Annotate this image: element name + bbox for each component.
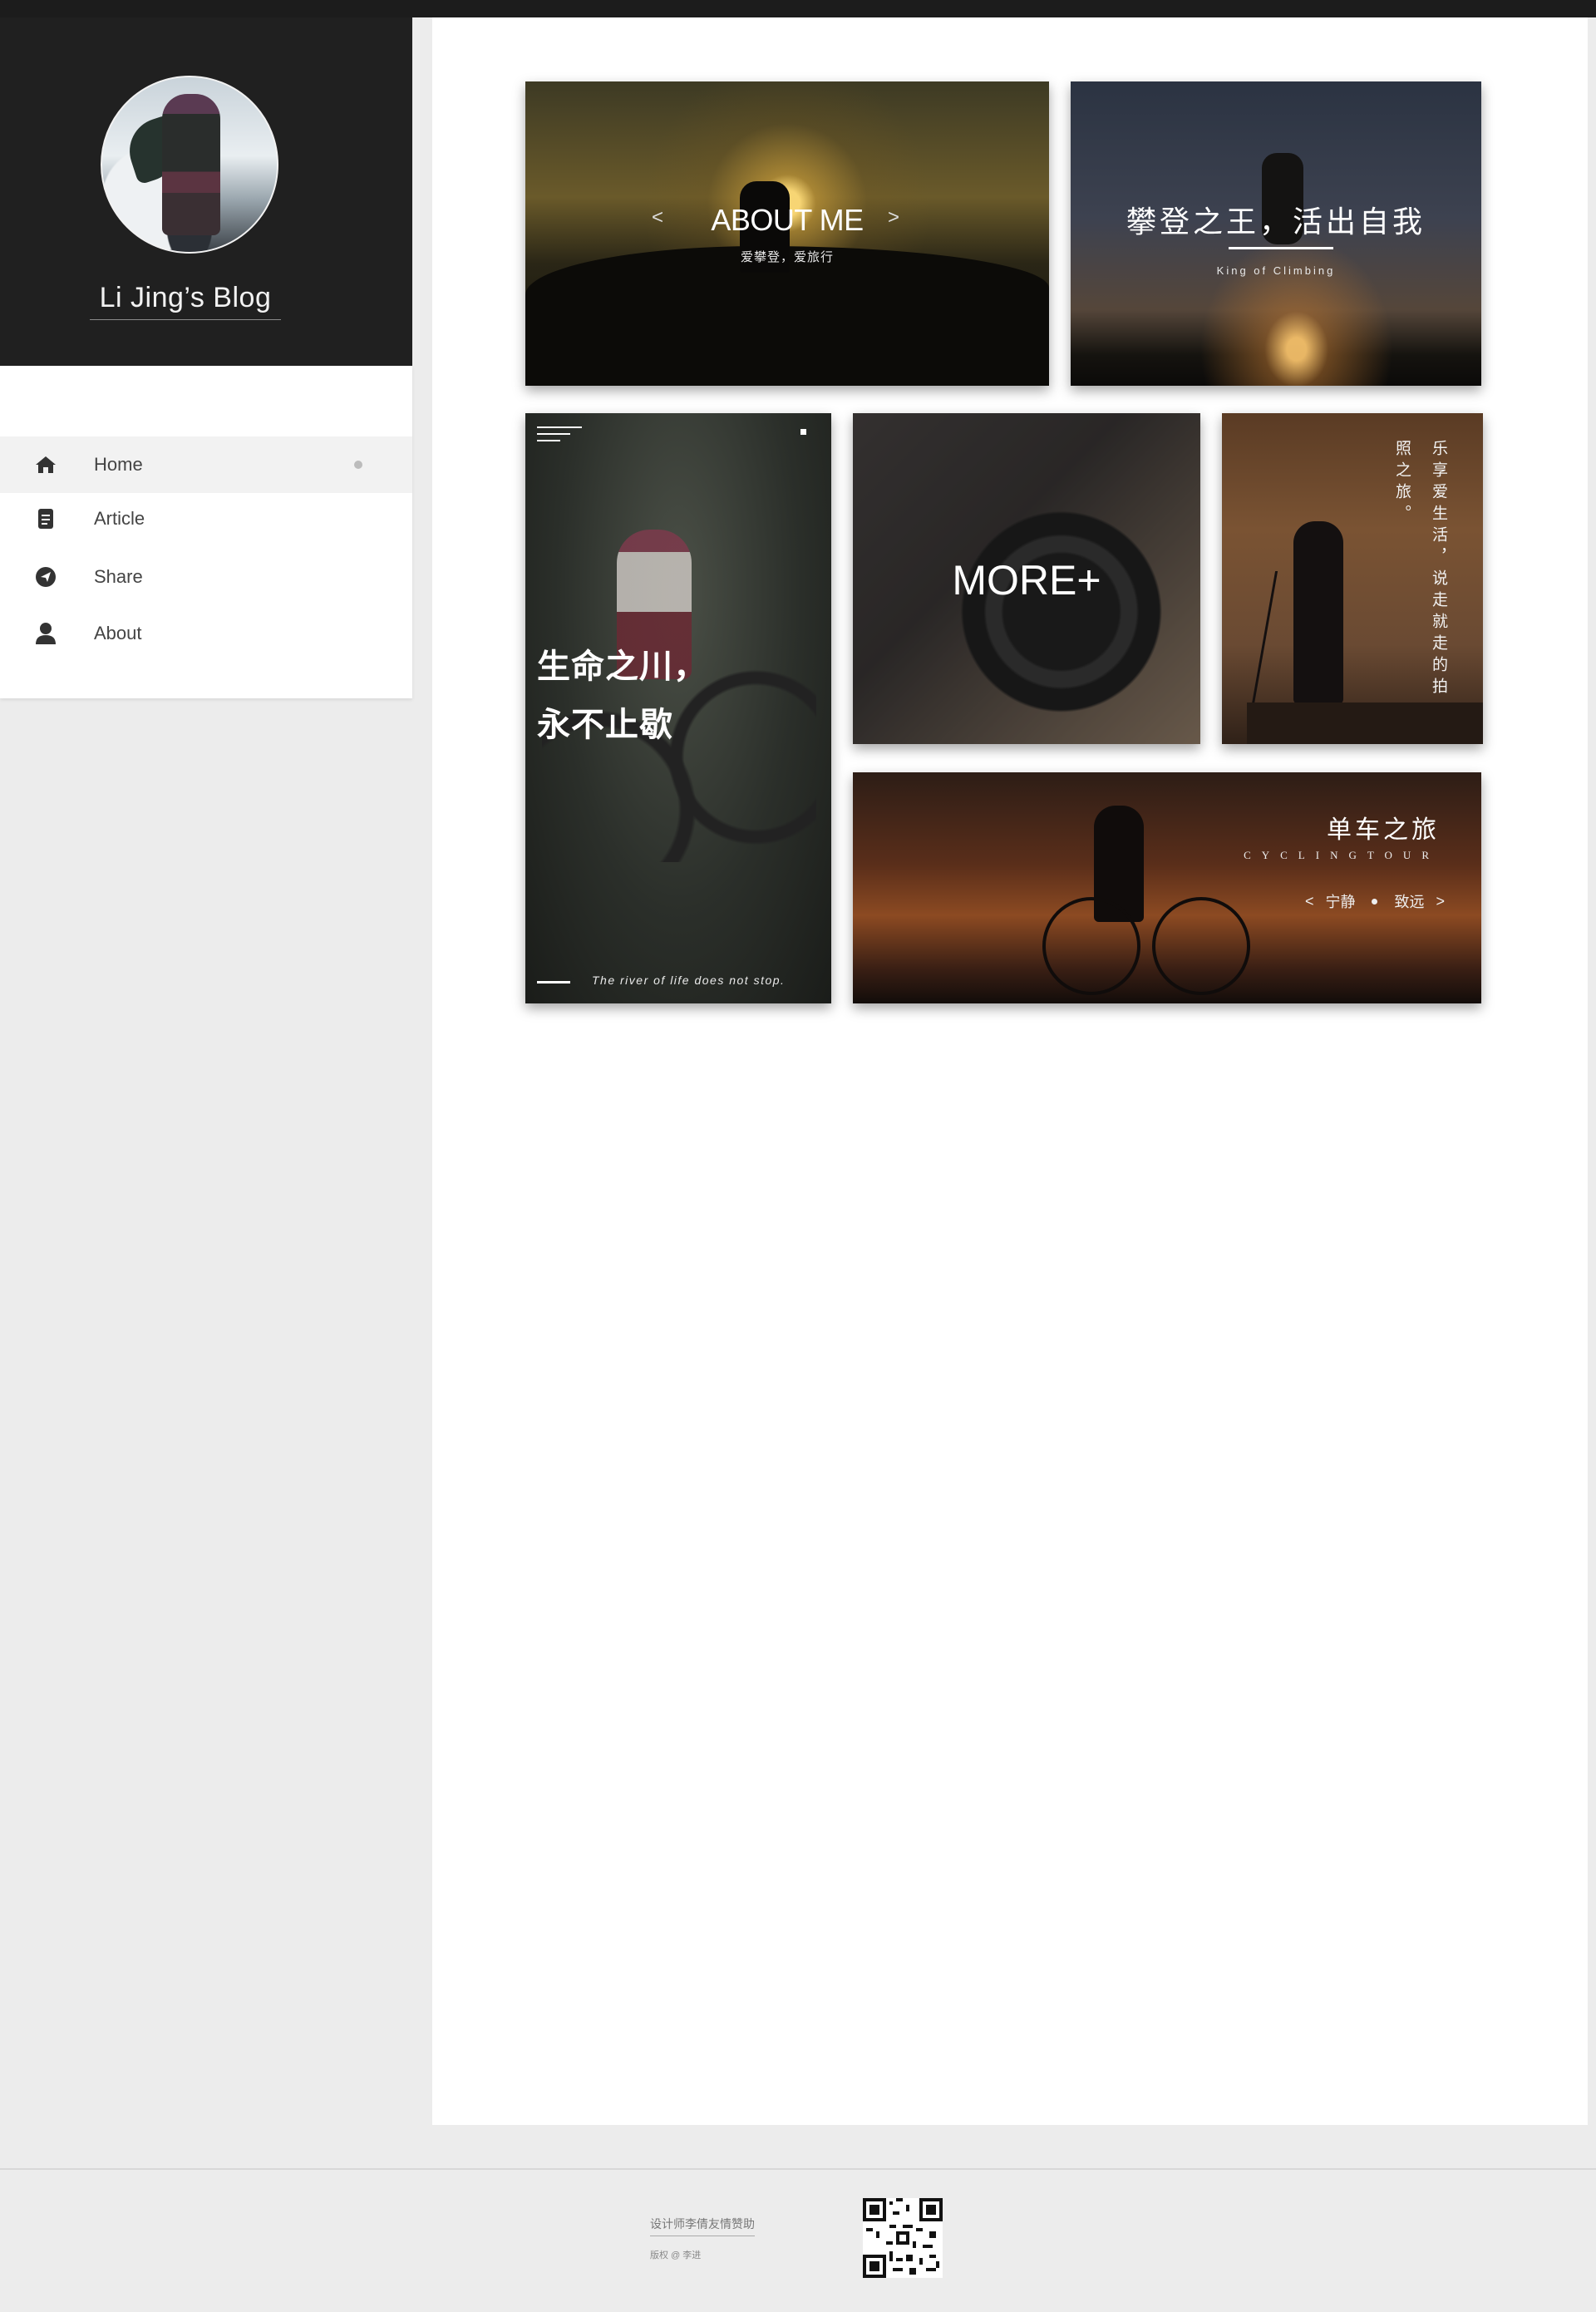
motocross-card[interactable]: 生命之川， 永不止歇 The river of life does not st… <box>525 413 831 1003</box>
climbing-card[interactable]: 攀登之王，活出自我 King of Climbing <box>1071 81 1481 386</box>
title-underline <box>1229 247 1333 249</box>
qr-code <box>863 2198 943 2278</box>
cycling-title: 单车之旅 <box>1327 816 1440 844</box>
climbing-title: 攀登之王，活出自我 <box>1126 205 1426 239</box>
cycling-subtitle: CYCLINGTOUR <box>1244 849 1440 861</box>
climbing-subtitle: King of Climbing <box>1216 264 1336 277</box>
about-me-title: ABOUT ME <box>711 203 864 237</box>
photography-card[interactable]: 乐享爱生活，说走就走的拍照之旅。 <box>1222 413 1483 744</box>
sidebar-item-label: About <box>94 623 142 643</box>
sidebar-item-share[interactable]: Share <box>0 549 412 605</box>
blog-title[interactable]: Li Jing’s Blog <box>90 282 281 320</box>
previous-arrow-icon[interactable]: < <box>1305 893 1314 910</box>
cycling-word-left: 宁静 <box>1325 894 1356 910</box>
sidebar-item-label: Article <box>94 508 145 529</box>
motocross-title: 生命之川， 永不止歇 <box>537 648 707 743</box>
photography-caption: 乐享爱生活，说走就走的拍照之旅。 <box>1393 440 1447 699</box>
cycling-word-right: 致远 <box>1394 894 1425 910</box>
square-icon <box>800 429 806 435</box>
next-arrow-icon[interactable]: > <box>1436 893 1445 910</box>
menu-icon[interactable] <box>537 426 582 441</box>
next-arrow-icon[interactable]: > <box>888 206 899 229</box>
sidebar-item-label: Share <box>94 566 143 587</box>
more-card[interactable]: MORE+ <box>853 413 1200 744</box>
cycling-nav: < 宁静 致远 > <box>1305 890 1445 912</box>
motocross-subtitle: The river of life does not stop. <box>592 974 786 987</box>
sidebar-item-home[interactable]: Home <box>0 436 412 493</box>
cycling-card[interactable]: 单车之旅 CYCLINGTOUR < 宁静 致远 > <box>853 772 1481 1003</box>
avatar[interactable] <box>101 76 278 254</box>
sidebar-nav: Home Article Share About <box>0 366 412 698</box>
about-me-card[interactable]: < ABOUT ME > 爱攀登，爱旅行 <box>525 81 1049 386</box>
top-bar <box>0 0 1596 17</box>
active-indicator-dot <box>354 461 362 469</box>
sponsor-link[interactable]: 设计师李倩友情赞助 <box>650 2216 755 2236</box>
user-icon <box>33 621 58 646</box>
about-me-subtitle: 爱攀登，爱旅行 <box>740 250 834 264</box>
sidebar-item-label: Home <box>94 454 143 475</box>
dash-decoration <box>537 981 570 983</box>
more-link[interactable]: MORE+ <box>853 556 1200 604</box>
share-icon <box>33 564 58 589</box>
sidebar-item-about[interactable]: About <box>0 605 412 662</box>
sidebar-header: Li Jing’s Blog <box>0 17 412 366</box>
home-icon <box>33 452 58 477</box>
footer-divider <box>0 2168 1596 2170</box>
article-icon <box>33 506 58 531</box>
sidebar-item-article[interactable]: Article <box>0 490 412 547</box>
copyright-text: 版权 @ 李进 <box>650 2250 702 2260</box>
dot-separator <box>1372 898 1378 905</box>
